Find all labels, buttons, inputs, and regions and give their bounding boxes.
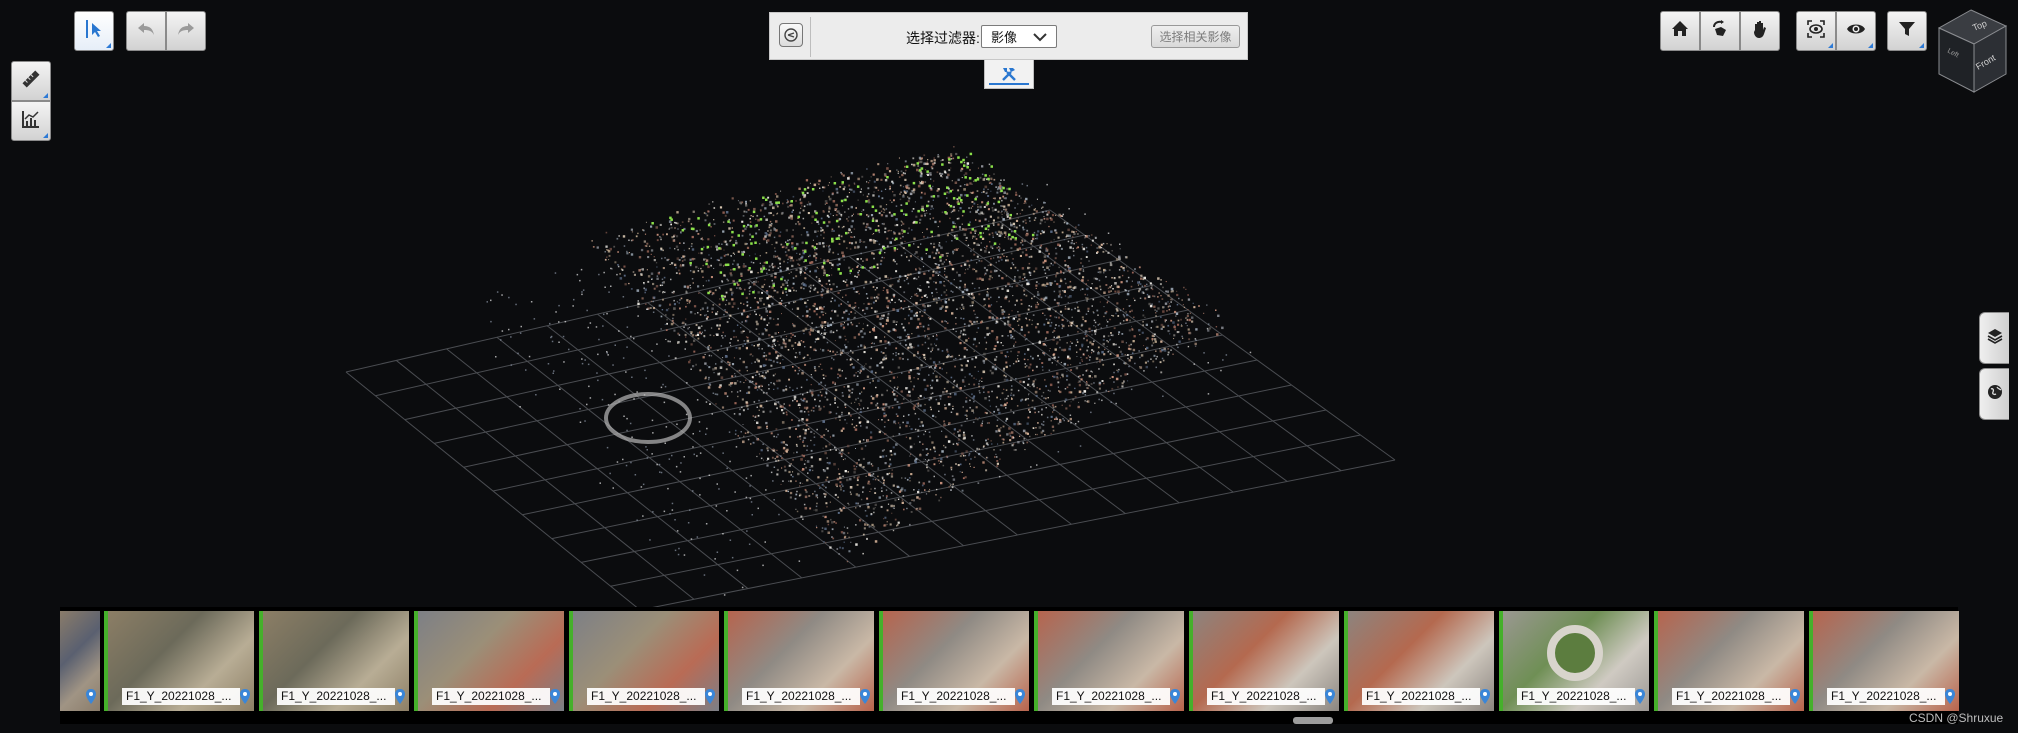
tools-icon [1002,68,1016,81]
globe-icon [1986,383,2004,406]
filter-toggle-button[interactable] [779,23,803,47]
thumbnail[interactable]: F1_Y_20221028_... [1654,611,1804,711]
selection-indicator [414,611,418,711]
thumbnail[interactable]: F1_Y_20221028_... [414,611,564,711]
ruler-icon [20,68,42,95]
thumbnail-label: F1_Y_20221028_... [277,688,395,705]
funnel-icon [1896,18,1918,45]
camera-view-button[interactable] [1796,11,1836,51]
location-pin-icon [705,689,715,704]
undo-icon [135,18,157,45]
location-pin-icon [1015,689,1025,704]
location-pin-icon [240,689,250,704]
thumbnail-label: F1_Y_20221028_... [897,688,1015,705]
collapse-icon [784,28,798,42]
location-pin-icon [1480,689,1490,704]
selection-indicator [1654,611,1658,711]
pan-button[interactable] [1740,11,1780,51]
thumbnail-label: F1_Y_20221028_... [432,688,550,705]
location-pin-icon [86,689,96,704]
selection-indicator [1344,611,1348,711]
filmstrip-scrollbar[interactable] [1293,717,1333,724]
thumbnail[interactable]: F1_Y_20221028_... [1034,611,1184,711]
globe-panel-button[interactable] [1979,368,2009,420]
filter-select-value: 影像 [991,30,1018,45]
thumbnail-label: F1_Y_20221028_... [1827,688,1945,705]
view-cube[interactable]: Top Front Left [1934,8,2008,94]
filter-label: 选择过滤器: [906,30,980,46]
thumbnail[interactable]: F1_Y_20221028_... [1499,611,1649,711]
thumbnail[interactable]: F1_Y_20221028_... [1344,611,1494,711]
eye-icon [1845,18,1867,45]
visibility-button[interactable] [1836,11,1876,51]
thumbnail-label: F1_Y_20221028_... [1052,688,1170,705]
cursor-select-icon [83,18,105,45]
select-tool-button[interactable] [74,11,114,51]
location-pin-icon [1790,689,1800,704]
hand-icon [1749,18,1771,45]
home-view-button[interactable] [1660,11,1700,51]
location-pin-icon [1325,689,1335,704]
redo-icon [175,18,197,45]
selection-indicator [1499,611,1503,711]
location-pin-icon [860,689,870,704]
chevron-down-icon [1033,33,1047,42]
thumbnail-label: F1_Y_20221028_... [1517,688,1635,705]
thumbnail-label: F1_Y_20221028_... [122,688,240,705]
image-filmstrip[interactable]: F1_Y_20221028_... F1_Y_20221028_... F1_Y_2… [60,607,1959,724]
thumbnail-label: F1_Y_20221028_... [1362,688,1480,705]
layers-panel-button[interactable] [1979,312,2009,364]
location-pin-icon [1945,689,1955,704]
orbit-icon [1709,18,1731,45]
thumbnail-label: F1_Y_20221028_... [1207,688,1325,705]
selection-indicator [569,611,573,711]
thumbnail[interactable]: F1_Y_20221028_... [879,611,1029,711]
selection-indicator [1034,611,1038,711]
chart-tool-button[interactable] [11,101,51,141]
filter-button[interactable] [1887,11,1927,51]
selection-indicator [724,611,728,711]
chart-measure-icon [20,108,42,135]
thumbnail-label: F1_Y_20221028_... [1672,688,1790,705]
thumbnail[interactable]: F1_Y_20221028_... [104,611,254,711]
location-pin-icon [550,689,560,704]
ground-grid [345,209,1396,611]
home-icon [1669,18,1691,45]
thumbnail-label: F1_Y_20221028_... [742,688,860,705]
thumbnail[interactable]: F1_Y_20221028_... [1809,611,1959,711]
orbit-button[interactable] [1700,11,1740,51]
selection-indicator [1809,611,1813,711]
undo-button[interactable] [126,11,166,51]
thumbnail[interactable]: F1_Y_20221028_... [1189,611,1339,711]
watermark: CSDN @Shruxue [1909,711,2004,725]
redo-button[interactable] [166,11,206,51]
camera-view-icon [1805,18,1827,45]
roundabout-shape [1547,625,1603,681]
location-pin-icon [395,689,405,704]
selection-indicator [1189,611,1193,711]
thumbnail[interactable]: F1_Y_20221028_... [724,611,874,711]
select-related-images-button[interactable]: 选择相关影像 [1151,25,1240,48]
selection-indicator [259,611,263,711]
thumbnail-label: F1_Y_20221028_... [587,688,705,705]
filter-panel: 选择过滤器: 影像 选择相关影像 [769,12,1248,60]
location-pin-icon [1170,689,1180,704]
tools-tab[interactable] [984,60,1034,89]
thumbnail[interactable]: F1_Y_20221028_... [259,611,409,711]
layers-icon [1986,327,2004,350]
thumbnail[interactable] [60,611,100,711]
selection-indicator [104,611,108,711]
thumbnail[interactable]: F1_Y_20221028_... [569,611,719,711]
selection-indicator [879,611,883,711]
measure-tool-button[interactable] [11,61,51,101]
filter-select[interactable]: 影像 [981,25,1057,48]
location-pin-icon [1635,689,1645,704]
divider [810,17,811,57]
